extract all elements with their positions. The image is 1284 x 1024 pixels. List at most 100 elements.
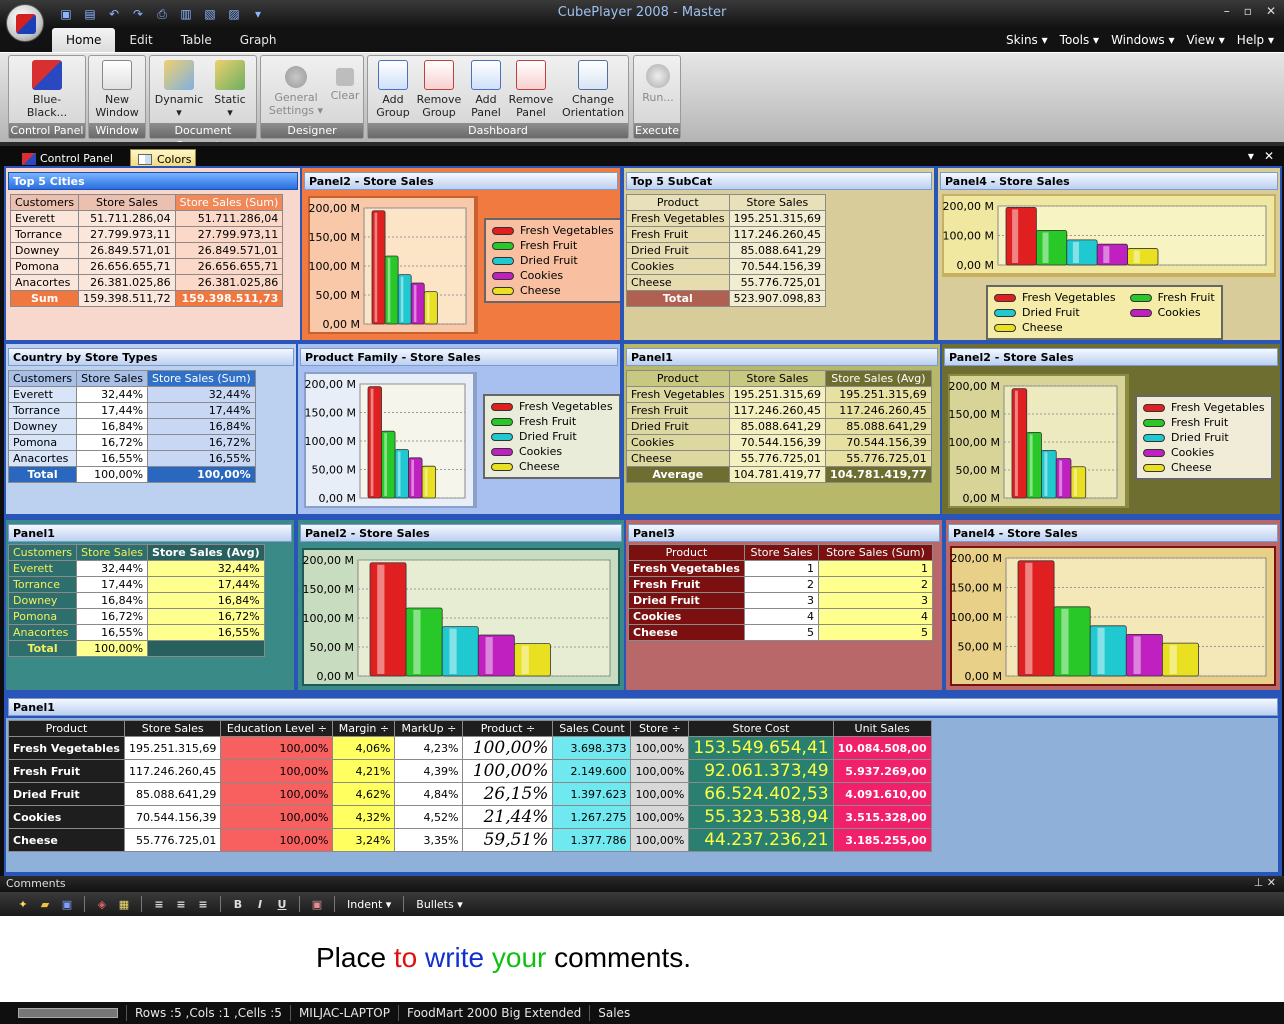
bar[interactable] xyxy=(369,562,407,677)
cell[interactable]: 44.237.236,21 xyxy=(688,828,834,852)
align-right-icon[interactable]: ≡ xyxy=(194,895,212,913)
cell[interactable]: 55.323.538,94 xyxy=(688,805,834,829)
cell[interactable]: 195.251.315,69 xyxy=(123,736,222,760)
cell[interactable]: 32,44% xyxy=(147,560,265,577)
cell[interactable]: 27.799.973,11 xyxy=(78,226,176,243)
cell[interactable]: 16,55% xyxy=(147,450,256,467)
cell[interactable]: 100,00% xyxy=(462,759,554,783)
cell[interactable]: Cookies xyxy=(626,258,730,275)
cell[interactable]: 100,00% xyxy=(220,759,334,783)
cell[interactable]: Dried Fruit xyxy=(626,418,730,435)
cell[interactable]: 3,35% xyxy=(394,828,464,852)
cell[interactable]: Anacortes xyxy=(7,450,78,467)
column-header[interactable]: Store Sales xyxy=(78,194,176,211)
cell[interactable]: 66.524.402,53 xyxy=(688,782,834,806)
insert-image-icon[interactable]: ▣ xyxy=(308,895,326,913)
cell[interactable]: 195.251.315,69 xyxy=(825,386,932,403)
add-group-button[interactable]: Add Group xyxy=(372,60,414,119)
close-button[interactable]: ✕ xyxy=(1266,4,1276,18)
cell[interactable]: 100,00% xyxy=(220,782,334,806)
cell[interactable]: 3.185.255,00 xyxy=(832,828,932,852)
cell[interactable]: Fresh Fruit xyxy=(628,576,745,593)
cell[interactable]: 5 xyxy=(817,624,933,641)
open-folder-icon[interactable]: ▰ xyxy=(36,895,54,913)
column-header[interactable]: Product xyxy=(628,544,745,561)
close-icon[interactable]: ✕ xyxy=(1267,876,1276,889)
cell[interactable]: 92.061.373,49 xyxy=(688,759,834,783)
cell[interactable]: 70.544.156,39 xyxy=(728,434,827,451)
cell[interactable]: 4,39% xyxy=(394,759,464,783)
cell[interactable] xyxy=(147,640,265,657)
cell[interactable]: 4 xyxy=(743,608,819,625)
cell[interactable]: 100,00% xyxy=(76,466,149,483)
bar[interactable] xyxy=(1055,458,1072,499)
bar[interactable] xyxy=(394,449,409,499)
cell[interactable]: Fresh Vegetables xyxy=(8,736,125,760)
cell[interactable]: Fresh Fruit xyxy=(8,759,125,783)
cell[interactable]: 117.246.260,45 xyxy=(728,402,827,419)
bar[interactable] xyxy=(408,457,423,499)
remove-group-button[interactable]: Remove Group xyxy=(416,60,462,119)
cell[interactable]: Dried Fruit xyxy=(8,782,125,806)
cell[interactable]: 1.377.786 xyxy=(552,828,632,852)
cell[interactable]: 2.149.600 xyxy=(552,759,632,783)
bar[interactable] xyxy=(421,465,437,499)
cell[interactable]: 4,23% xyxy=(394,736,464,760)
cell[interactable]: 55.776.725,01 xyxy=(825,450,932,467)
indent-dropdown[interactable]: Indent ▾ xyxy=(343,898,395,911)
column-header[interactable]: Product xyxy=(626,194,730,211)
menu-windows[interactable]: Windows ▾ xyxy=(1111,33,1174,47)
cell[interactable]: 16,72% xyxy=(147,434,256,451)
bold-icon[interactable]: B xyxy=(229,895,247,913)
cell[interactable]: 17,44% xyxy=(76,402,149,419)
cell[interactable]: 70.544.156,39 xyxy=(728,258,827,275)
bar[interactable] xyxy=(477,634,515,677)
cell[interactable]: 17,44% xyxy=(147,402,256,419)
cell[interactable]: Fresh Vegetables xyxy=(626,386,730,403)
cell[interactable]: Pomona xyxy=(9,258,80,275)
cell[interactable]: 16,55% xyxy=(76,450,149,467)
cell[interactable]: 27.799.973,11 xyxy=(174,226,284,243)
cell[interactable]: 26.381.025,86 xyxy=(78,274,176,291)
pin-icon[interactable]: ⊥ xyxy=(1254,876,1264,889)
cell[interactable]: 100,00% xyxy=(220,736,334,760)
cell[interactable]: 1.267.275 xyxy=(552,805,632,829)
cell[interactable]: 195.251.315,69 xyxy=(728,210,827,227)
bar[interactable] xyxy=(410,282,425,325)
cell[interactable]: 3 xyxy=(817,592,933,609)
cell[interactable]: 51.711.286,04 xyxy=(174,210,284,227)
cell[interactable]: 2 xyxy=(817,576,933,593)
cell[interactable]: 17,44% xyxy=(147,576,265,593)
bar[interactable] xyxy=(441,626,479,677)
column-header[interactable]: Margin ÷ xyxy=(332,720,396,737)
column-header[interactable]: Store Sales xyxy=(123,720,222,737)
cell[interactable]: Total xyxy=(7,640,78,657)
column-header[interactable]: Store Sales xyxy=(728,370,827,387)
cell[interactable]: 16,72% xyxy=(76,434,149,451)
cell[interactable]: Everett xyxy=(7,560,78,577)
bar[interactable] xyxy=(1026,431,1042,499)
cell[interactable]: 26.381.025,86 xyxy=(174,274,284,291)
cell[interactable]: 4,62% xyxy=(332,782,396,806)
cell[interactable]: 523.907.098,83 xyxy=(728,290,827,307)
cell[interactable]: 55.776.725,01 xyxy=(728,274,827,291)
bar[interactable] xyxy=(1096,243,1128,266)
bullets-dropdown[interactable]: Bullets ▾ xyxy=(412,898,466,911)
bar[interactable] xyxy=(1161,642,1199,677)
bar[interactable] xyxy=(367,386,382,499)
column-header[interactable]: Customers xyxy=(9,194,80,211)
bar[interactable] xyxy=(384,255,399,325)
cell[interactable]: 100,00% xyxy=(630,782,690,806)
bar[interactable] xyxy=(1066,239,1098,266)
cell[interactable]: 32,44% xyxy=(76,386,149,403)
cell[interactable]: 5 xyxy=(743,624,819,641)
cell[interactable]: 104.781.419,77 xyxy=(728,466,827,483)
bar[interactable] xyxy=(1089,625,1127,677)
cell[interactable]: 100,00% xyxy=(630,805,690,829)
table-icon[interactable]: ▦ xyxy=(115,895,133,913)
cell[interactable]: 16,72% xyxy=(76,608,149,625)
cell[interactable]: 70.544.156,39 xyxy=(825,434,932,451)
cell[interactable]: 26,15% xyxy=(462,782,554,806)
cell[interactable]: 4,84% xyxy=(394,782,464,806)
bar[interactable] xyxy=(1011,388,1028,499)
